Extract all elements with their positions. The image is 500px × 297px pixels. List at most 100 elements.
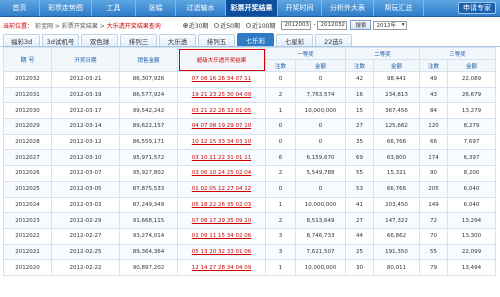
cell-p3-amount: 13,494 bbox=[447, 259, 497, 276]
cell-numbers[interactable]: 03 06 10 24 25 02 04 bbox=[177, 165, 266, 182]
col-prize2-count: 注数 bbox=[345, 59, 375, 72]
table-row: 2012029 2012-03-14 89,622,157 04 07 08 19 2… bbox=[3, 118, 497, 135]
cell-p2-count: 35 bbox=[345, 133, 375, 151]
cell-p1-amount: 8,746,733 bbox=[294, 227, 347, 245]
table-row: 2012026 2012-03-07 95,927,802 03 06 10 24 2… bbox=[3, 165, 497, 182]
cell-p1-amount: 0 bbox=[294, 180, 347, 198]
cell-p3-count: 49 bbox=[419, 71, 449, 88]
cell-issue: 2012030 bbox=[3, 102, 52, 120]
cell-numbers[interactable]: 12 14 27 28 34 04 09 bbox=[177, 259, 266, 276]
table-row: 2012023 2012-02-29 91,668,115 07 08 17 29 3… bbox=[3, 212, 497, 229]
cell-sales: 95,927,802 bbox=[119, 165, 178, 182]
cell-numbers[interactable]: 05 18 22 26 35 02 03 bbox=[177, 196, 266, 214]
cell-date: 2012-03-12 bbox=[51, 133, 120, 151]
cell-issue: 2012031 bbox=[3, 86, 52, 104]
nav-item-7[interactable]: 分析外大表 bbox=[322, 0, 374, 16]
col-prize3: 三等奖 bbox=[419, 47, 497, 60]
cell-p3-count: 120 bbox=[419, 118, 449, 135]
cell-numbers[interactable]: 19 21 23 25 30 04 09 bbox=[177, 86, 266, 104]
cell-numbers[interactable]: 01 09 11 15 34 02 06 bbox=[177, 227, 266, 245]
cell-p3-amount: 7,697 bbox=[447, 133, 497, 151]
cell-numbers[interactable]: 07 08 16 26 34 07 11 bbox=[177, 71, 266, 88]
cell-date: 2012-03-21 bbox=[51, 71, 120, 88]
period-radio-2[interactable]: 近100期 bbox=[246, 21, 275, 30]
cell-p2-amount: 66,766 bbox=[373, 133, 421, 151]
period-radio-1[interactable]: 近50期 bbox=[214, 21, 240, 30]
period-radio-0[interactable]: 近30期 bbox=[182, 21, 208, 30]
col-prize1: 一等奖 bbox=[264, 47, 347, 60]
cell-numbers[interactable]: 07 08 17 29 35 09 10 bbox=[177, 212, 266, 229]
tab-lottery-4[interactable]: 大乐透 bbox=[159, 34, 196, 46]
cell-p2-count: 27 bbox=[345, 212, 375, 229]
cell-p1-amount: 8,513,649 bbox=[294, 212, 347, 229]
nav-item-4[interactable]: 过滤输水 bbox=[176, 0, 226, 16]
cell-date: 2012-03-03 bbox=[51, 196, 120, 214]
apply-expert-button[interactable]: 申请专家 bbox=[458, 2, 496, 14]
cell-p3-amount: 13,279 bbox=[447, 102, 497, 120]
cell-sales: 90,897,202 bbox=[119, 259, 178, 276]
period-filter: 近30期 近50期 近100期 bbox=[182, 21, 275, 30]
tab-lottery-0[interactable]: 福彩3d bbox=[3, 34, 40, 46]
cell-p3-amount: 6,040 bbox=[447, 196, 497, 214]
cell-p1-amount: 0 bbox=[294, 133, 347, 151]
year-select-value: 2012年 bbox=[376, 23, 396, 29]
table-row: 2012032 2012-03-21 86,307,926 07 08 16 26 3… bbox=[3, 71, 497, 88]
cell-numbers[interactable]: 04 07 08 19 29 07 10 bbox=[177, 118, 266, 135]
nav-item-2[interactable]: 工具 bbox=[92, 0, 136, 16]
cell-sales: 87,249,349 bbox=[119, 196, 178, 214]
breadcrumb: 彩宝网 > 彩票开奖结果 > 大乐透开奖结果查询 bbox=[35, 21, 161, 30]
cell-issue: 2012024 bbox=[3, 196, 52, 214]
table-row: 2012021 2012-02-25 89,364,364 05 13 20 32 3… bbox=[3, 243, 497, 261]
issue-from-input[interactable]: 2012003 bbox=[281, 20, 312, 30]
cell-numbers[interactable]: 05 13 20 32 33 01 06 bbox=[177, 243, 266, 261]
nav-item-8[interactable]: 帮玩汇总 bbox=[374, 0, 424, 16]
nav-item-0[interactable]: 首页 bbox=[0, 0, 40, 16]
cell-sales: 93,274,014 bbox=[119, 227, 178, 245]
cell-p3-amount: 26,679 bbox=[447, 86, 497, 104]
cell-issue: 2012022 bbox=[3, 227, 52, 245]
results-table: 期 号 开奖日期 销售金额 超级大乐透开奖结果 一等奖 二等奖 三等奖 注数 金… bbox=[3, 47, 497, 276]
search-button[interactable]: 搜索 bbox=[350, 20, 372, 30]
nav-item-1[interactable]: 彩票走势图 bbox=[40, 0, 92, 16]
col-winning-numbers: 超级大乐透开奖结果 bbox=[177, 47, 266, 72]
cell-p2-amount: 203,450 bbox=[373, 196, 421, 214]
cell-p3-count: 72 bbox=[419, 212, 449, 229]
cell-p2-amount: 125,662 bbox=[373, 118, 421, 135]
nav-item-3[interactable]: 涨幅 bbox=[136, 0, 176, 16]
cell-p3-count: 70 bbox=[419, 227, 449, 245]
tab-lottery-6[interactable]: 七乐彩 bbox=[237, 33, 274, 46]
table-row: 2012025 2012-03-05 87,875,533 01 02 05 12 2… bbox=[3, 180, 497, 198]
cell-sales: 89,364,364 bbox=[119, 243, 178, 261]
cell-p3-amount: 6,040 bbox=[447, 180, 497, 198]
cell-numbers[interactable]: 03 21 22 26 32 01 05 bbox=[177, 102, 266, 120]
tab-lottery-1[interactable]: 3d试机号 bbox=[42, 34, 79, 46]
cell-p3-amount: 13,294 bbox=[447, 212, 497, 229]
issue-to-input[interactable]: 2012032 bbox=[317, 20, 348, 30]
tab-lottery-2[interactable]: 双色球 bbox=[81, 34, 118, 46]
cell-numbers[interactable]: 03 10 11 22 31 01 11 bbox=[177, 149, 266, 167]
nav-item-5[interactable]: 彩票开奖结果 bbox=[226, 0, 278, 16]
tab-lottery-5[interactable]: 排列五 bbox=[198, 34, 235, 46]
year-select[interactable]: 2012年 ▾ bbox=[373, 20, 408, 30]
tab-lottery-7[interactable]: 七星彩 bbox=[276, 34, 313, 46]
cell-p2-count: 25 bbox=[345, 243, 375, 261]
cell-sales: 86,577,924 bbox=[119, 86, 178, 104]
col-date: 开奖日期 bbox=[51, 47, 120, 72]
tab-lottery-8[interactable]: 22选5 bbox=[315, 34, 352, 46]
cell-p1-amount: 10,000,000 bbox=[294, 259, 347, 276]
tab-lottery-3[interactable]: 排列三 bbox=[120, 34, 157, 46]
table-row: 2012030 2012-03-17 99,542,242 03 21 22 26 3… bbox=[3, 102, 497, 120]
cell-date: 2012-03-10 bbox=[51, 149, 120, 167]
cell-numbers[interactable]: 01 02 05 12 27 04 12 bbox=[177, 180, 266, 198]
col-prize1-count: 注数 bbox=[265, 59, 296, 72]
cell-p1-amount: 0 bbox=[294, 71, 347, 88]
cell-p3-count: 174 bbox=[419, 149, 449, 167]
table-row: 2012022 2012-02-27 93,274,014 01 09 11 15 3… bbox=[3, 227, 497, 245]
nav-item-6[interactable]: 开奖时间 bbox=[278, 0, 322, 16]
breadcrumb-path[interactable]: 彩宝网 > 彩票开奖结果 > bbox=[35, 23, 107, 30]
col-prize3-count: 注数 bbox=[419, 59, 449, 72]
cell-sales: 89,622,157 bbox=[119, 118, 178, 135]
cell-numbers[interactable]: 10 12 15 33 34 03 10 bbox=[177, 133, 266, 151]
cell-p1-count: 2 bbox=[265, 165, 296, 182]
cell-date: 2012-03-05 bbox=[51, 180, 120, 198]
